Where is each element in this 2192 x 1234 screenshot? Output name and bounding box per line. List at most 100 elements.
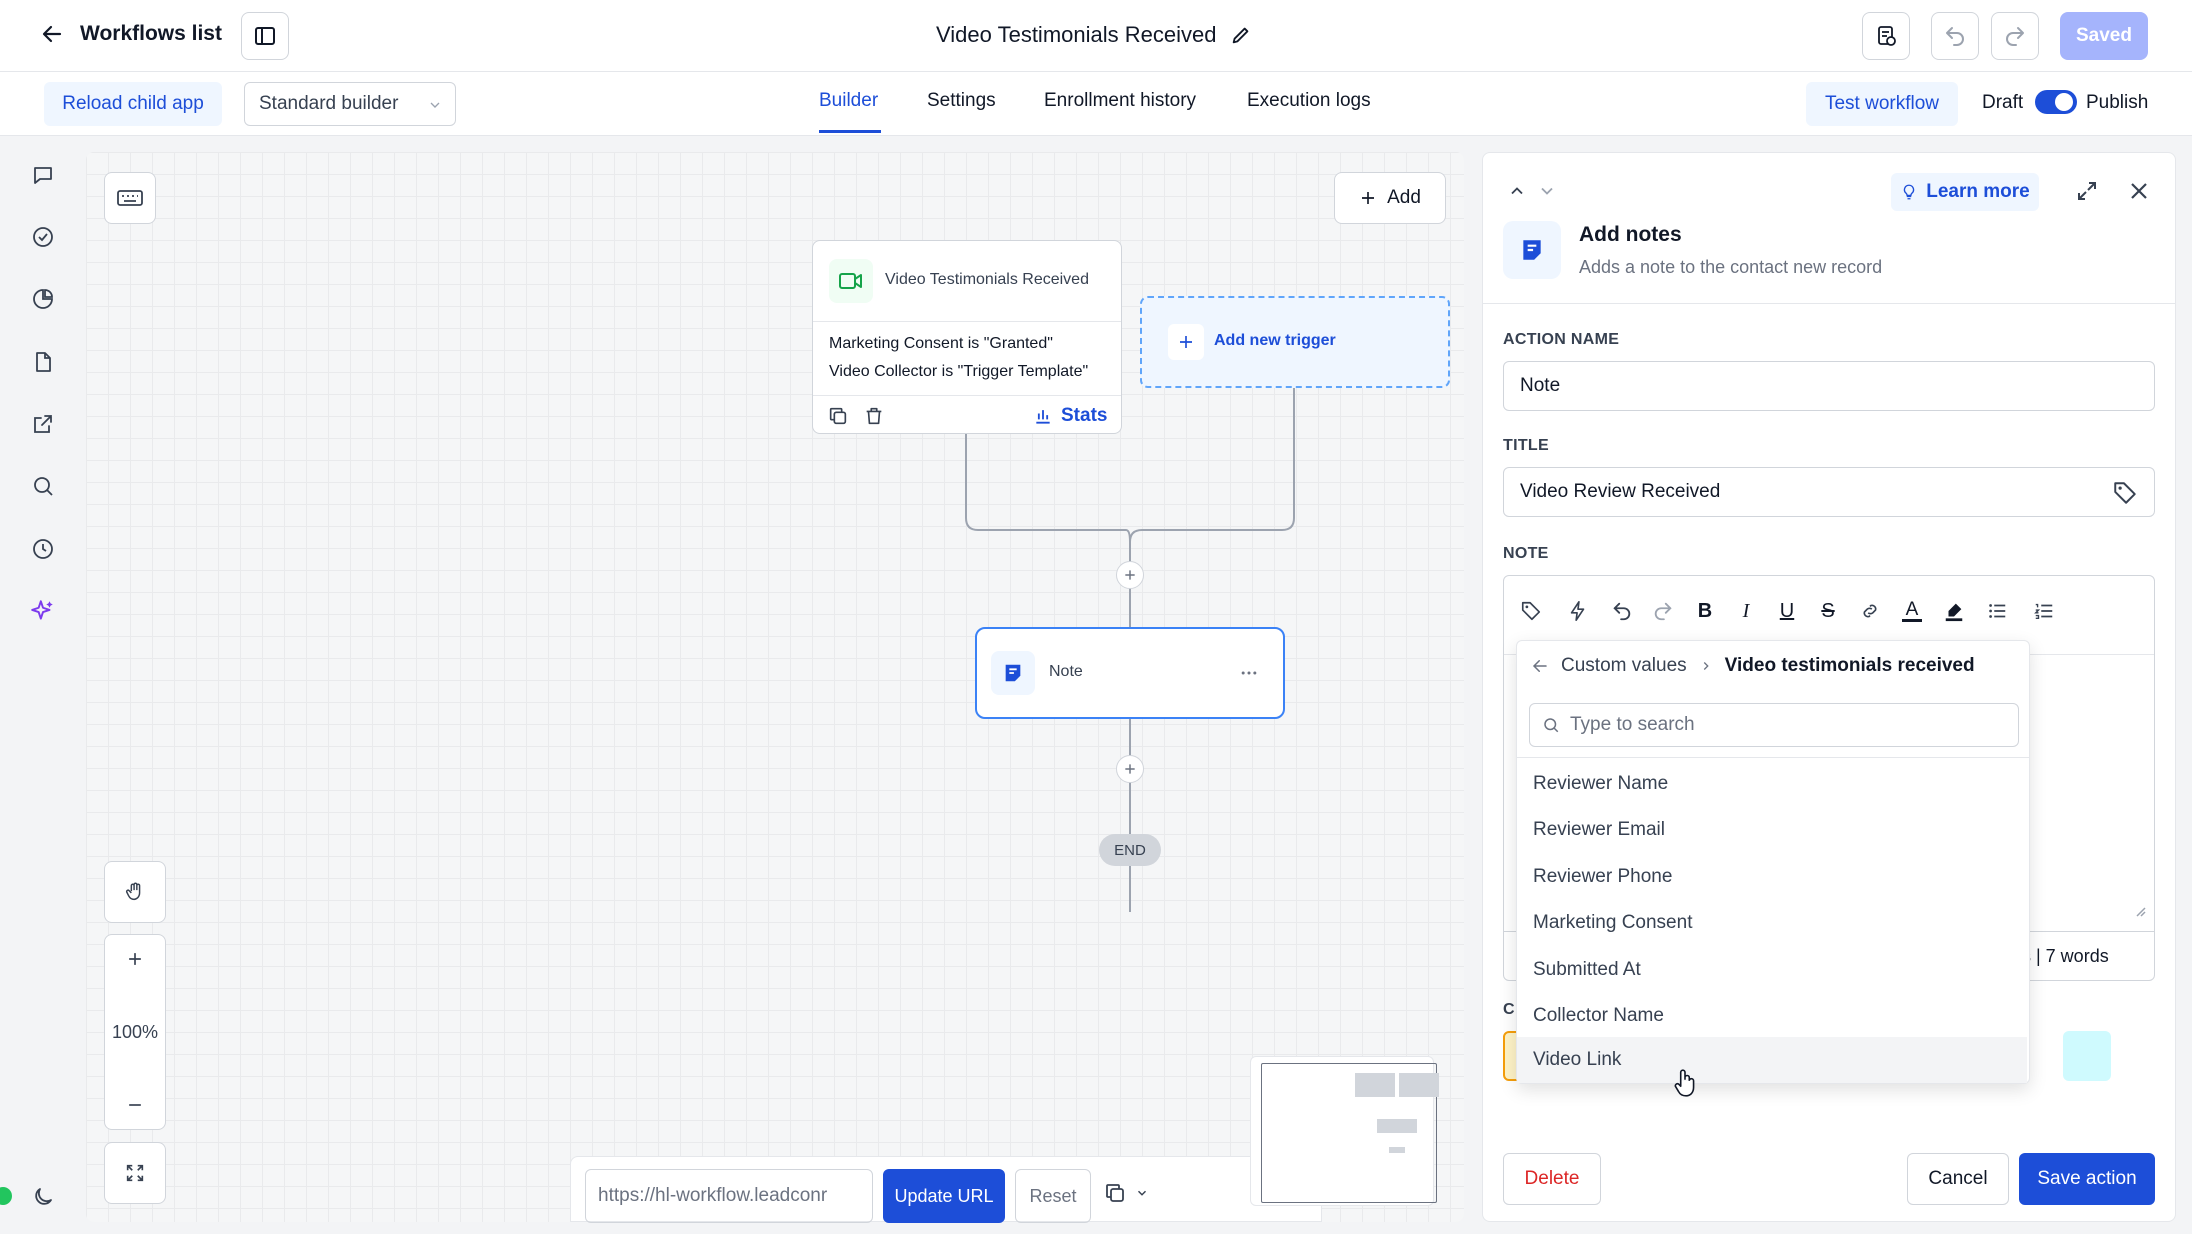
arrow-left-icon[interactable]: [1531, 657, 1549, 675]
bullet-list-icon[interactable]: [1982, 596, 2012, 626]
publish-toggle[interactable]: [2035, 90, 2077, 114]
text-color-icon[interactable]: A: [1897, 596, 1927, 626]
minimap[interactable]: [1250, 1056, 1439, 1206]
undo-button[interactable]: [1931, 12, 1979, 60]
add-new-trigger-button[interactable]: Add new trigger: [1140, 296, 1450, 388]
document-icon[interactable]: [26, 345, 60, 379]
redo-icon: [2003, 24, 2027, 48]
list-item[interactable]: Submitted At: [1517, 947, 2027, 993]
pencil-icon[interactable]: [1230, 24, 1252, 46]
update-url-button[interactable]: Update URL: [883, 1169, 1005, 1223]
redo-button[interactable]: [1991, 12, 2039, 60]
workflow-title[interactable]: Video Testimonials Received: [936, 22, 1216, 48]
tab-execution-logs[interactable]: Execution logs: [1247, 90, 1371, 112]
learn-more-button[interactable]: Learn more: [1891, 173, 2039, 211]
color-swatch-cyan[interactable]: [2063, 1031, 2111, 1081]
add-button[interactable]: Add: [1334, 172, 1446, 224]
plus-icon: [1125, 764, 1135, 774]
undo-icon[interactable]: [1607, 596, 1637, 626]
back-to-workflows-link[interactable]: Workflows list: [40, 22, 222, 46]
top-bar: Workflows list Video Testimonials Receiv…: [0, 0, 2192, 72]
saved-button[interactable]: Saved: [2060, 12, 2148, 60]
list-item[interactable]: Collector Name: [1517, 993, 2027, 1039]
italic-icon[interactable]: I: [1731, 596, 1761, 626]
title-input[interactable]: Video Review Received: [1503, 467, 2155, 517]
list-item[interactable]: Reviewer Name: [1517, 761, 2027, 807]
note-action-node[interactable]: Note: [975, 627, 1285, 719]
insert-step-button[interactable]: [1116, 561, 1144, 589]
minimap-node: [1389, 1147, 1405, 1153]
workflow-notes-button[interactable]: [1862, 12, 1910, 60]
bold-icon[interactable]: B: [1690, 596, 1720, 626]
workflow-canvas[interactable]: Add Video Testimonials Received Marketin…: [86, 152, 1464, 1223]
tag-icon[interactable]: [1516, 596, 1546, 626]
builder-select[interactable]: Standard builder: [244, 82, 456, 126]
undo-icon: [1943, 24, 1967, 48]
stats-link[interactable]: Stats: [1033, 405, 1107, 427]
dark-mode-icon[interactable]: [26, 1180, 60, 1214]
action-name-label: ACTION NAME: [1503, 331, 1620, 348]
tab-builder[interactable]: Builder: [819, 90, 878, 112]
breadcrumb-current: Video testimonials received: [1724, 655, 1975, 676]
trash-icon[interactable]: [863, 405, 885, 427]
resize-handle-icon[interactable]: [2134, 905, 2146, 917]
toggle-sidebar-button[interactable]: [241, 12, 289, 60]
chat-icon[interactable]: [26, 158, 60, 192]
tab-settings[interactable]: Settings: [927, 90, 996, 112]
lightning-icon[interactable]: [1563, 596, 1593, 626]
ai-sparkle-icon[interactable]: [26, 594, 60, 628]
list-item[interactable]: Reviewer Phone: [1517, 854, 2027, 900]
draft-label: Draft: [1982, 92, 2024, 113]
preview-url-bar: https://hl-workflow.leadconr Update URL …: [570, 1156, 1322, 1223]
pie-chart-icon[interactable]: [26, 282, 60, 316]
fit-screen-icon: [124, 1162, 146, 1184]
trigger-card[interactable]: Video Testimonials Received Marketing Co…: [812, 240, 1122, 434]
copy-icon: [1103, 1181, 1127, 1205]
keyboard-shortcuts-button[interactable]: [104, 172, 156, 224]
preview-url-input[interactable]: https://hl-workflow.leadconr: [585, 1169, 873, 1223]
chevron-down-icon[interactable]: [1537, 181, 1557, 201]
plus-icon: [1359, 189, 1377, 207]
close-icon[interactable]: [2127, 179, 2151, 203]
divider: [1517, 757, 2029, 758]
zoom-controls: 100%: [104, 934, 166, 1130]
save-action-button[interactable]: Save action: [2019, 1153, 2155, 1205]
action-name-input[interactable]: Note: [1503, 361, 2155, 411]
note-icon: [991, 651, 1035, 695]
tab-enrollment-history[interactable]: Enrollment history: [1044, 90, 1196, 112]
delete-button[interactable]: Delete: [1503, 1153, 1601, 1205]
copy-icon[interactable]: [827, 405, 849, 427]
copy-menu-button[interactable]: [1103, 1181, 1149, 1205]
custom-values-search-input[interactable]: Type to search: [1529, 703, 2019, 747]
fit-view-button[interactable]: [104, 1142, 166, 1204]
reload-child-app-button[interactable]: Reload child app: [44, 82, 222, 126]
history-icon[interactable]: [26, 532, 60, 566]
chevron-up-icon[interactable]: [1507, 181, 1527, 201]
search-icon[interactable]: [26, 469, 60, 503]
breadcrumb-root[interactable]: Custom values: [1561, 655, 1687, 677]
underline-icon[interactable]: U: [1772, 596, 1802, 626]
list-item-hovered[interactable]: Video Link: [1517, 1037, 2027, 1083]
zoom-in-icon[interactable]: [125, 949, 145, 969]
stats-label: Stats: [1061, 405, 1108, 426]
list-item[interactable]: Marketing Consent: [1517, 900, 2027, 946]
tag-icon[interactable]: [2112, 480, 2138, 506]
external-link-icon[interactable]: [26, 407, 60, 441]
reset-button[interactable]: Reset: [1015, 1169, 1091, 1223]
more-options-icon[interactable]: [1239, 663, 1259, 683]
zoom-out-icon[interactable]: [125, 1095, 145, 1115]
bar-chart-icon: [1033, 406, 1053, 426]
numbered-list-icon[interactable]: [2029, 596, 2059, 626]
trigger-title: Video Testimonials Received: [885, 271, 1089, 288]
strikethrough-icon[interactable]: S: [1813, 596, 1843, 626]
pan-tool-button[interactable]: [104, 861, 166, 923]
cancel-button[interactable]: Cancel: [1907, 1153, 2009, 1205]
link-icon[interactable]: [1855, 596, 1885, 626]
list-item[interactable]: Reviewer Email: [1517, 807, 2027, 853]
expand-icon[interactable]: [2075, 179, 2099, 203]
highlight-icon[interactable]: [1939, 596, 1969, 626]
test-workflow-button[interactable]: Test workflow: [1806, 82, 1958, 126]
check-circle-icon[interactable]: [26, 220, 60, 254]
redo-icon[interactable]: [1648, 596, 1678, 626]
insert-step-button[interactable]: [1116, 755, 1144, 783]
